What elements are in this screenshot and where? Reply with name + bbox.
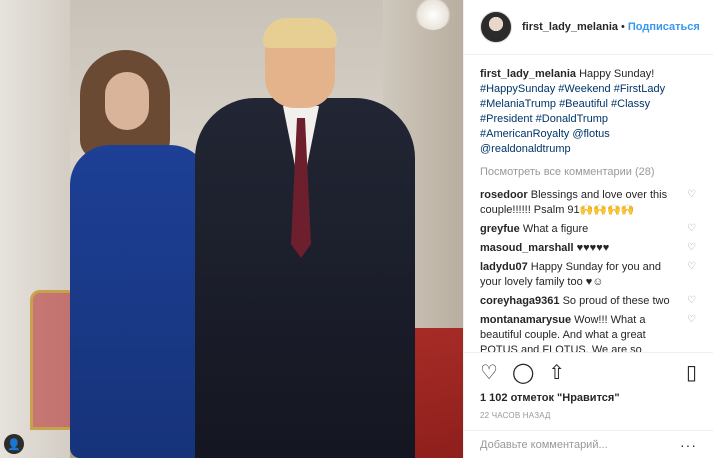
caption-hashtags[interactable]: #AmericanRoyalty @flotus (480, 127, 697, 142)
comment-like-icon[interactable]: ♡ (687, 224, 697, 234)
caption-hashtags[interactable]: #HappySunday #Weekend #FirstLady (480, 82, 697, 97)
add-comment-input[interactable] (480, 438, 680, 451)
comment-item: masoud_marshall ♥♥♥♥♥ ♡ (480, 241, 697, 256)
post-actions: ♡ ◯ ⇧ ▯ (464, 352, 713, 392)
post-timestamp[interactable]: 22 ЧАСОВ НАЗАД (464, 408, 713, 430)
add-comment-bar: ··· (464, 430, 713, 458)
comment-text: ♥♥♥♥♥ (576, 242, 610, 254)
comment-username[interactable]: rosedoor (480, 189, 528, 201)
instagram-post: 👤 first_lady_melania • Подписаться first… (0, 0, 713, 458)
post-caption: first_lady_melania Happy Sunday! #HappyS… (480, 67, 697, 157)
photo-man (195, 18, 415, 458)
more-options-icon[interactable]: ··· (680, 437, 697, 453)
comment-item: rosedoor Blessings and love over this co… (480, 188, 697, 218)
caption-text: Happy Sunday! (579, 68, 655, 80)
photo-man-hair (263, 18, 337, 48)
caption-first-line: first_lady_melania Happy Sunday! (480, 67, 697, 82)
like-icon[interactable]: ♡ (480, 363, 498, 383)
post-header: first_lady_melania • Подписаться (464, 0, 713, 55)
comment-username[interactable]: montanamarysue (480, 314, 571, 326)
caption-username[interactable]: first_lady_melania (480, 68, 576, 80)
comment-text: So proud of these two (562, 295, 670, 307)
comment-like-icon[interactable]: ♡ (687, 243, 697, 253)
comment-like-icon[interactable]: ♡ (687, 262, 697, 272)
comment-item: montanamarysue Wow!!! What a beautiful c… (480, 313, 697, 352)
post-photo[interactable]: 👤 (0, 0, 463, 458)
photo-woman-dress (70, 145, 210, 458)
view-all-comments-link[interactable]: Посмотреть все комментарии (28) (480, 165, 697, 180)
avatar[interactable] (480, 11, 512, 43)
comment-icon[interactable]: ◯ (512, 363, 534, 383)
post-side-panel: first_lady_melania • Подписаться first_l… (463, 0, 713, 458)
likes-count[interactable]: 1 102 отметок "Нравится" (464, 392, 713, 408)
comment-item: ladydu07 Happy Sunday for you and your l… (480, 260, 697, 290)
comment-username[interactable]: ladydu07 (480, 261, 528, 273)
header-username[interactable]: first_lady_melania (522, 21, 618, 33)
comment-like-icon[interactable]: ♡ (687, 296, 697, 306)
caption-hashtags[interactable]: #MelaniaTrump #Beautiful #Classy (480, 97, 697, 112)
comment-username[interactable]: greyfue (480, 223, 520, 235)
header-separator: • (621, 21, 625, 33)
comment-like-icon[interactable]: ♡ (687, 190, 697, 200)
share-icon[interactable]: ⇧ (548, 363, 565, 383)
user-tag-icon[interactable]: 👤 (4, 434, 24, 454)
caption-hashtags[interactable]: #President #DonaldTrump (480, 112, 697, 127)
comment-item: coreyhaga9361 So proud of these two ♡ (480, 294, 697, 309)
comment-username[interactable]: masoud_marshall (480, 242, 574, 254)
comment-item: greyfue What a figure ♡ (480, 222, 697, 237)
comments-list[interactable]: first_lady_melania Happy Sunday! #HappyS… (464, 55, 713, 352)
comment-text: What a figure (522, 223, 589, 235)
follow-button[interactable]: Подписаться (628, 21, 700, 33)
comment-like-icon[interactable]: ♡ (687, 315, 697, 325)
caption-mention[interactable]: @realdonaldtrump (480, 142, 697, 157)
comment-username[interactable]: coreyhaga9361 (480, 295, 560, 307)
photo-woman-face (105, 72, 149, 130)
bookmark-icon[interactable]: ▯ (686, 363, 697, 383)
